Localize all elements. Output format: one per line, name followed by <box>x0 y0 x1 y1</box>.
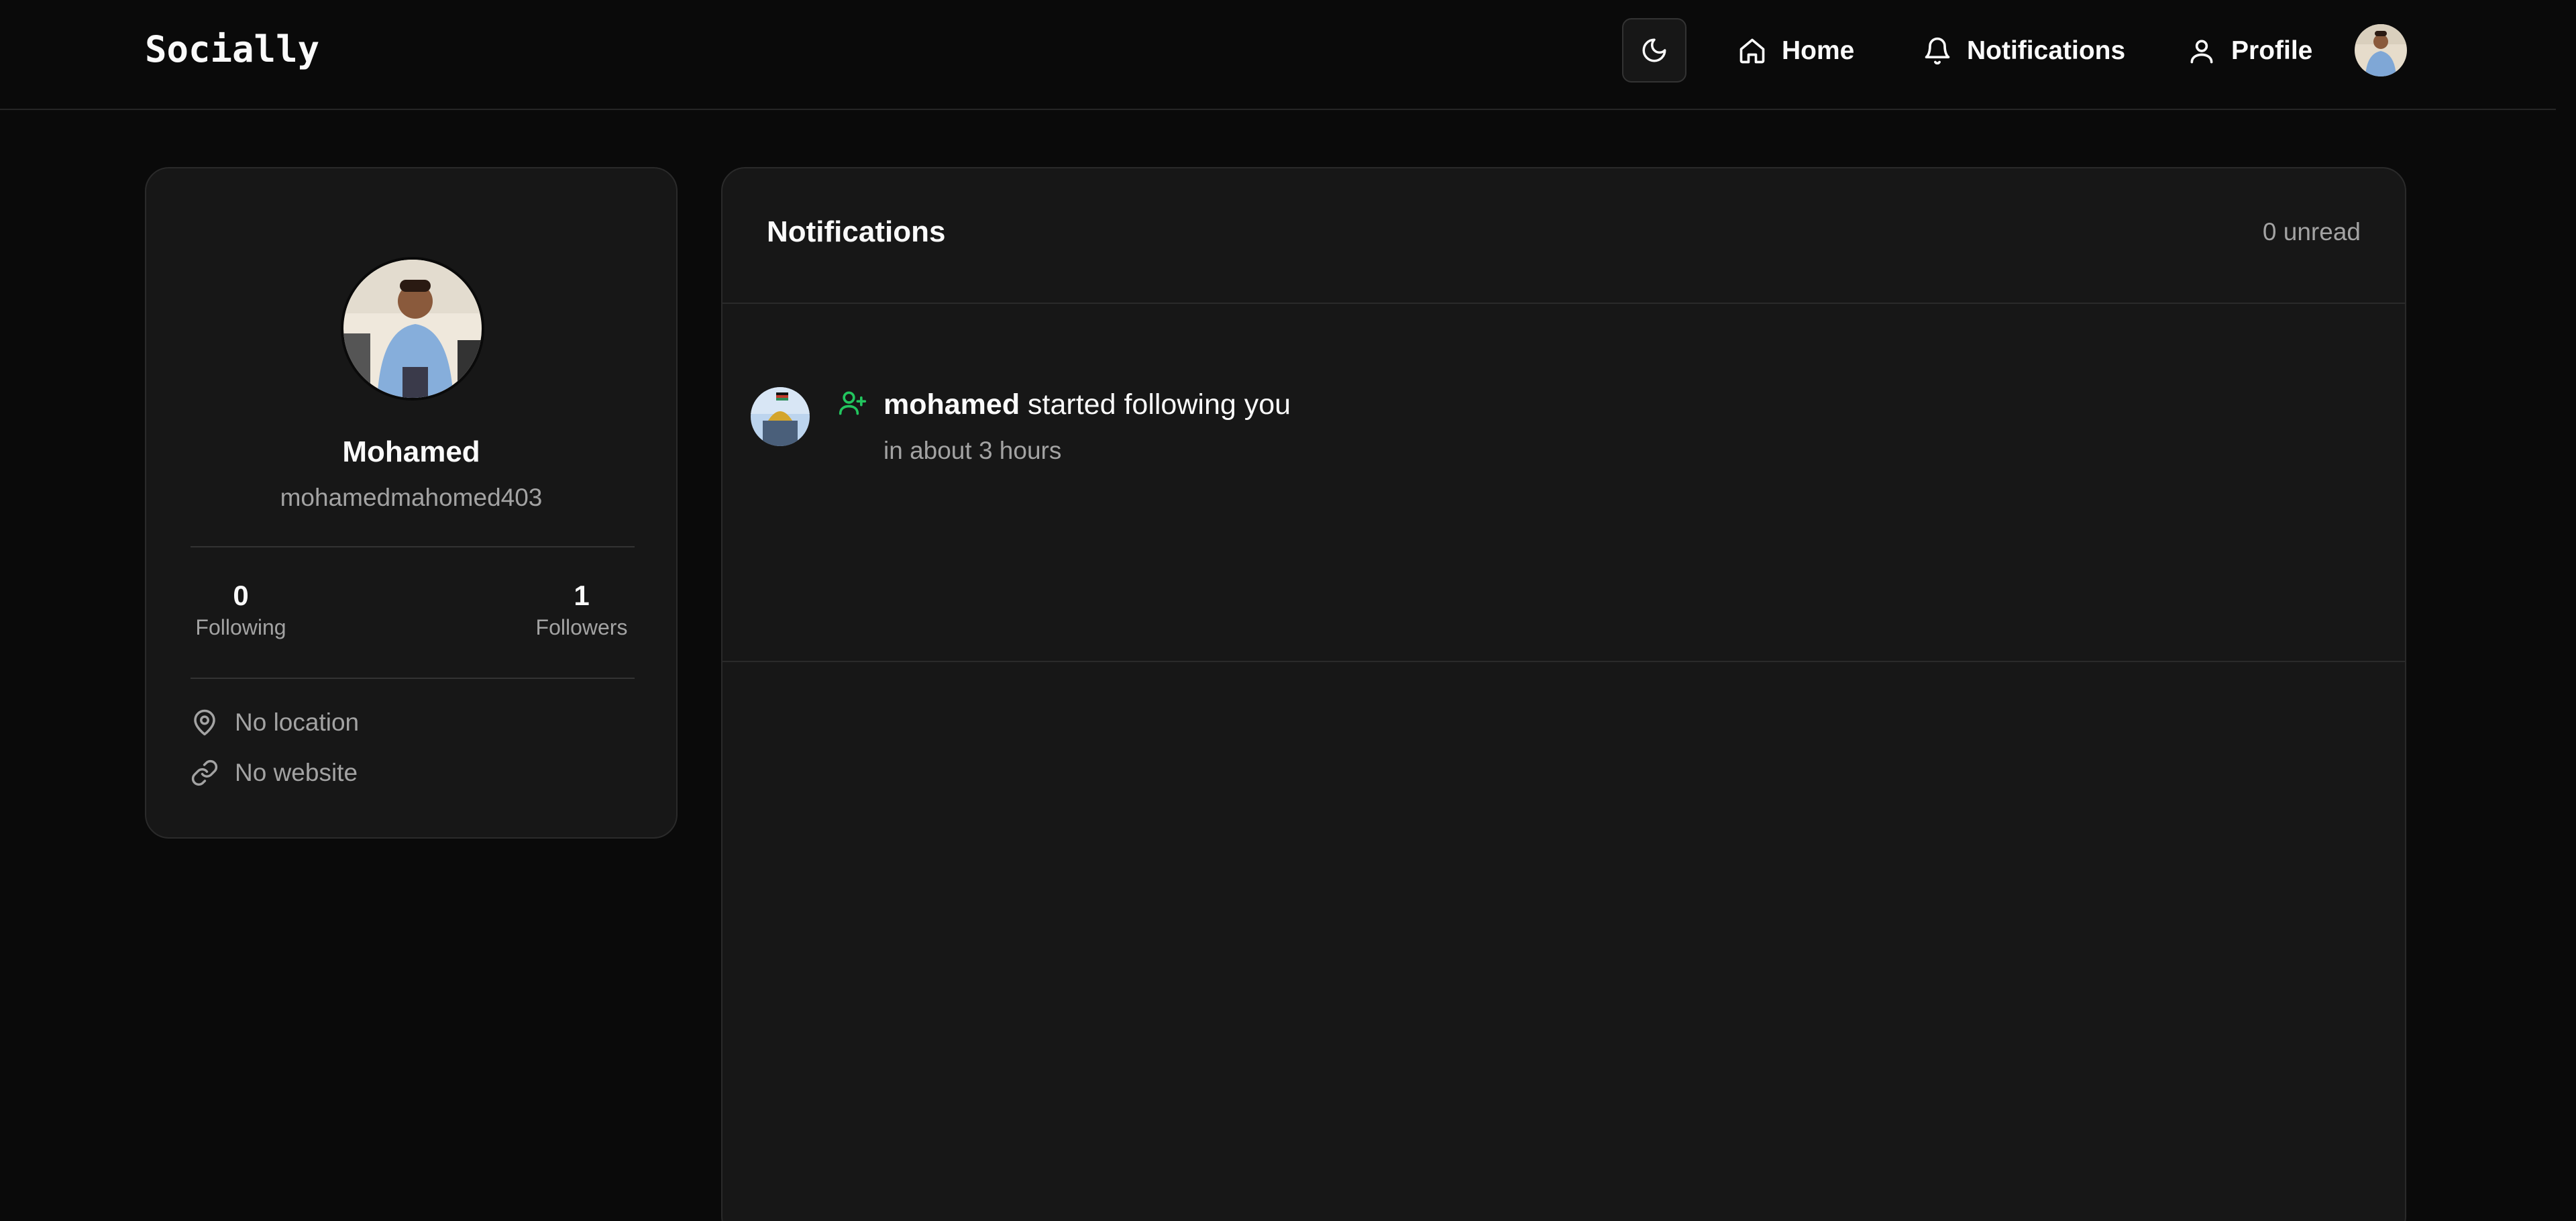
link-icon <box>191 759 218 786</box>
notification-user[interactable]: mohamed <box>883 388 1020 421</box>
brand-logo[interactable]: Socially <box>145 28 319 70</box>
followers-stat[interactable]: 1 Followers <box>531 579 632 640</box>
avatar[interactable] <box>751 387 810 446</box>
notifications-title: Notifications <box>767 215 946 248</box>
profile-location: No location <box>191 708 359 737</box>
user-avatar-button[interactable] <box>2355 24 2407 76</box>
followers-label: Followers <box>535 615 628 640</box>
website-text: No website <box>235 759 358 786</box>
followers-count: 1 <box>574 580 590 611</box>
following-label: Following <box>195 615 286 640</box>
nav-notifications-label: Notifications <box>1967 36 2126 65</box>
nav-home-link[interactable]: Home <box>1737 30 1854 72</box>
unread-count: 0 unread <box>2262 218 2361 246</box>
avatar-photo <box>2355 24 2407 76</box>
nav-profile-link[interactable]: Profile <box>2187 30 2312 72</box>
nav-notifications-link[interactable]: Notifications <box>1923 30 2125 72</box>
map-pin-icon <box>194 709 215 736</box>
notification-item[interactable]: mohamed started following you in about 3… <box>722 304 2405 662</box>
top-navbar: Socially Home Notifications Profile <box>0 0 2556 110</box>
profile-avatar[interactable] <box>341 257 484 401</box>
profile-name: Mohamed <box>342 435 480 468</box>
divider <box>191 546 635 547</box>
divider <box>722 661 2405 662</box>
bell-icon <box>1925 37 1950 65</box>
avatar-photo <box>751 387 810 446</box>
notification-action: started following you <box>1020 388 1291 421</box>
user-icon <box>2190 40 2213 64</box>
following-stat[interactable]: 0 Following <box>191 579 291 640</box>
divider <box>191 678 635 679</box>
moon-icon <box>1642 38 1666 62</box>
page: Socially Home Notifications Profile Moha… <box>0 0 2576 1221</box>
profile-card: Mohamed mohamedmahomed403 0 Following 1 … <box>145 167 678 839</box>
profile-username: mohamedmahomed403 <box>280 484 543 511</box>
profile-website: No website <box>191 759 358 787</box>
user-plus-icon <box>839 391 867 415</box>
theme-toggle-button[interactable] <box>1622 18 1686 83</box>
profile-photo <box>343 260 482 398</box>
following-count: 0 <box>233 580 249 611</box>
notification-time: in about 3 hours <box>883 437 1062 464</box>
notifications-card: Notifications 0 unread mohamed started f… <box>721 167 2406 1221</box>
nav-profile-label: Profile <box>2231 36 2313 65</box>
nav-home-label: Home <box>1782 36 1855 65</box>
location-text: No location <box>235 708 360 736</box>
home-icon <box>1739 38 1765 64</box>
notification-text: mohamed started following you <box>883 388 1291 421</box>
